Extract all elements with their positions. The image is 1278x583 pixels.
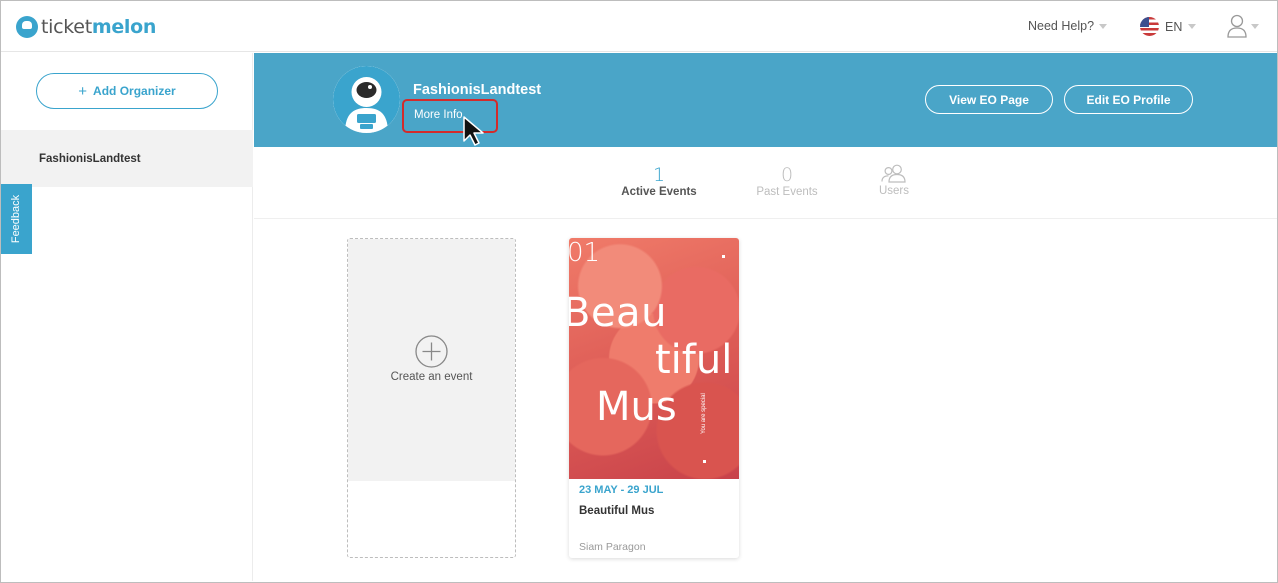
- ticketmelon-logo[interactable]: ticketmelon: [16, 13, 156, 41]
- poster-title-line-1: Beau: [569, 290, 667, 336]
- chevron-down-icon: [1188, 24, 1197, 29]
- add-organizer-label: Add Organizer: [93, 84, 176, 98]
- create-event-area: Create an event: [348, 239, 515, 481]
- create-event-label: Create an event: [390, 371, 473, 383]
- poster-decoration: [703, 460, 706, 463]
- chevron-down-icon: [1251, 23, 1259, 29]
- tab-past-events[interactable]: 0 Past Events: [749, 165, 825, 198]
- event-card[interactable]: 01 Beau tiful Mus You are special 23 MAY…: [569, 238, 739, 558]
- users-icon: [881, 164, 906, 183]
- past-events-count: 0: [780, 164, 794, 186]
- language-label: EN: [1165, 19, 1183, 34]
- organizer-sidebar: + Add Organizer FashionisLandtest: [1, 53, 253, 581]
- poster-title-line-2: tiful: [655, 337, 733, 383]
- view-eo-page-button[interactable]: View EO Page: [925, 85, 1053, 114]
- more-info-label: More Info: [414, 109, 463, 121]
- tab-active-events[interactable]: 1 Active Events: [618, 165, 700, 198]
- need-help-dropdown[interactable]: Need Help?: [1028, 19, 1108, 33]
- feedback-tab[interactable]: Feedback: [1, 184, 32, 254]
- need-help-label: Need Help?: [1028, 19, 1095, 33]
- edit-eo-profile-button[interactable]: Edit EO Profile: [1064, 85, 1193, 114]
- poster-side-text: You are special: [701, 393, 707, 434]
- past-events-label: Past Events: [756, 186, 818, 198]
- event-tabs: 1 Active Events 0 Past Events Users: [254, 147, 1277, 219]
- organizer-banner: FashionisLandtest More Info View EO Page…: [254, 53, 1277, 147]
- language-selector[interactable]: EN: [1140, 17, 1197, 36]
- active-events-count: 1: [652, 164, 666, 186]
- users-label: Users: [878, 185, 910, 197]
- logo-text: ticketmelon: [41, 16, 157, 38]
- poster-number-text: 01: [569, 238, 601, 268]
- us-flag-icon: [1140, 17, 1159, 36]
- view-eo-page-label: View EO Page: [949, 92, 1029, 107]
- add-organizer-button[interactable]: + Add Organizer: [36, 73, 218, 109]
- poster-title-line-3: Mus: [596, 384, 677, 430]
- active-events-label: Active Events: [621, 186, 697, 198]
- user-menu[interactable]: [1227, 14, 1259, 38]
- organizer-avatar: [333, 66, 400, 133]
- create-event-card[interactable]: Create an event: [347, 238, 516, 558]
- plus-icon: +: [78, 82, 88, 100]
- top-navigation-bar: ticketmelon Need Help? EN: [1, 1, 1277, 52]
- logo-mark-icon: [16, 16, 38, 38]
- astronaut-icon: [333, 66, 400, 133]
- event-date-range: 23 MAY - 29 JUL: [579, 484, 664, 496]
- edit-eo-profile-label: Edit EO Profile: [1086, 92, 1171, 107]
- event-venue: Siam Paragon: [579, 541, 646, 553]
- event-poster-image: 01 Beau tiful Mus You are special: [569, 238, 739, 479]
- event-title: Beautiful Mus: [579, 505, 655, 517]
- chevron-down-icon: [1099, 23, 1108, 29]
- sidebar-item-organizer[interactable]: FashionisLandtest: [1, 130, 253, 187]
- organizer-name-label: FashionisLandtest: [39, 152, 141, 165]
- add-circle-icon: [415, 335, 448, 368]
- user-icon: [1227, 14, 1247, 38]
- tab-users[interactable]: Users: [872, 164, 916, 197]
- feedback-label: Feedback: [10, 194, 23, 244]
- mouse-cursor-icon: [463, 116, 484, 146]
- poster-decoration: [722, 255, 725, 258]
- organizer-title: FashionisLandtest: [413, 82, 542, 98]
